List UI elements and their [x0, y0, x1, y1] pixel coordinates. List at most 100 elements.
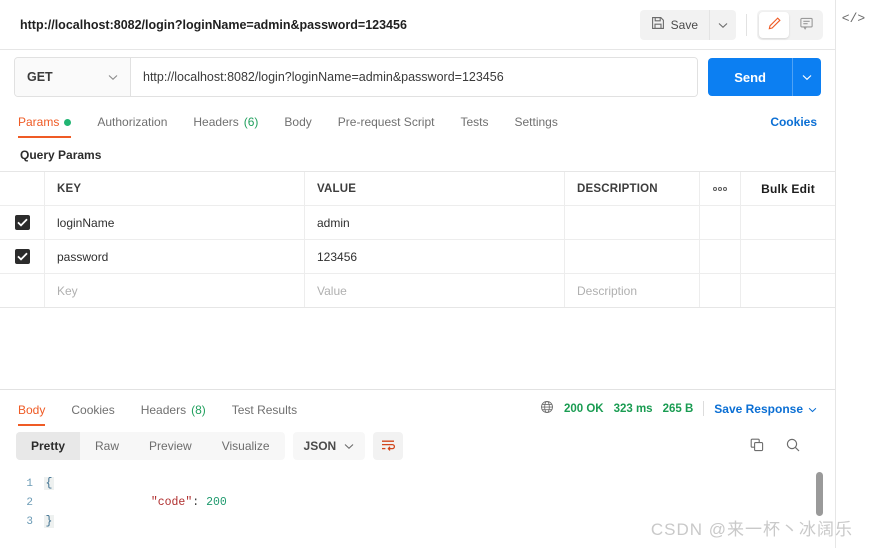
meta-divider — [703, 401, 705, 416]
send-dropdown-button[interactable] — [792, 58, 821, 96]
chevron-down-icon — [802, 70, 812, 84]
tab-body-label: Body — [284, 115, 312, 129]
json-punct: : — [192, 496, 207, 509]
query-params-title: Query Params — [20, 148, 102, 162]
response-tab-body[interactable]: Body — [18, 403, 58, 426]
row-value[interactable]: 123456 — [305, 240, 565, 273]
row-checkbox[interactable] — [14, 215, 30, 230]
comment-icon — [799, 16, 814, 34]
response-tab-headers[interactable]: Headers (8) — [141, 403, 219, 426]
response-tab-headers-count: (8) — [191, 403, 206, 417]
comment-button[interactable] — [791, 12, 821, 38]
response-format-select[interactable]: JSON — [292, 432, 366, 460]
response-tab-body-label: Body — [18, 403, 46, 417]
http-method-select[interactable]: GET — [15, 58, 131, 96]
tab-settings-label: Settings — [514, 115, 558, 129]
line-number: 1 — [26, 477, 33, 490]
new-row-value-input[interactable]: Value — [305, 274, 565, 307]
tab-pre-request-script-label: Pre-request Script — [337, 115, 435, 129]
cookies-link[interactable]: Cookies — [770, 115, 817, 138]
tab-params[interactable]: Params — [18, 115, 84, 138]
new-row-description-input[interactable]: Description — [565, 274, 700, 307]
code-line: 2 "code": 200 — [0, 493, 835, 512]
request-title: http://localhost:8082/login?loginName=ad… — [20, 17, 407, 32]
table-row: password 123456 — [0, 240, 835, 274]
tab-body[interactable]: Body — [284, 115, 324, 138]
view-mode-pretty[interactable]: Pretty — [16, 432, 81, 460]
table-row-empty: Key Value Description — [0, 274, 835, 307]
globe-icon — [540, 400, 554, 417]
header-cell-description: DESCRIPTION — [565, 172, 700, 205]
search-icon[interactable] — [785, 437, 801, 456]
header-cell-checkbox — [0, 172, 45, 205]
tab-headers-count: (6) — [243, 115, 259, 129]
edit-mode-button[interactable] — [759, 11, 789, 38]
view-mode-icon-group — [757, 9, 823, 40]
response-view-mode-group: Pretty Raw Preview Visualize — [16, 432, 285, 460]
line-number: 2 — [26, 496, 33, 509]
code-fold-marker[interactable]: } — [44, 515, 54, 528]
response-tools-right — [749, 437, 819, 456]
header-cell-value: VALUE — [305, 172, 565, 205]
tab-tests[interactable]: Tests — [460, 115, 501, 138]
row-key[interactable]: loginName — [45, 206, 305, 239]
response-body-code[interactable]: 1 { 2 "code": 200 3 } — [0, 466, 835, 548]
row-checkbox-cell-empty — [0, 274, 45, 307]
row-options[interactable] — [700, 240, 741, 273]
url-box: GET http://localhost:8082/login?loginNam… — [14, 57, 699, 97]
copy-icon[interactable] — [749, 437, 765, 456]
view-mode-visualize[interactable]: Visualize — [207, 432, 285, 460]
ellipsis-icon — [711, 183, 729, 195]
save-response-button[interactable]: Save Response — [714, 402, 817, 416]
save-button-group: Save — [639, 9, 736, 40]
json-key: "code" — [150, 496, 193, 509]
tab-tests-label: Tests — [460, 115, 489, 129]
url-input[interactable]: http://localhost:8082/login?loginName=ad… — [131, 58, 698, 96]
main-column: http://localhost:8082/login?loginName=ad… — [0, 0, 836, 548]
bulk-edit-label: Bulk Edit — [761, 181, 815, 196]
row-options[interactable] — [700, 206, 741, 239]
response-scrollbar[interactable] — [816, 472, 823, 516]
send-button[interactable]: Send — [708, 58, 792, 96]
row-key[interactable]: password — [45, 240, 305, 273]
line-number: 3 — [26, 515, 33, 528]
view-mode-raw[interactable]: Raw — [80, 432, 134, 460]
chevron-down-icon — [108, 70, 118, 84]
query-params-table: KEY VALUE DESCRIPTION Bulk Edit loginNam… — [0, 171, 835, 308]
response-tabs: Body Cookies Headers (8) Test Results 20… — [0, 390, 835, 426]
response-tab-test-results-label: Test Results — [231, 403, 298, 417]
row-description[interactable] — [565, 240, 700, 273]
row-value[interactable]: admin — [305, 206, 565, 239]
new-row-key-input[interactable]: Key — [45, 274, 305, 307]
row-trailing — [741, 206, 835, 239]
bulk-edit-button[interactable]: Bulk Edit — [741, 172, 835, 205]
tab-headers[interactable]: Headers (6) — [193, 115, 271, 138]
wrap-lines-button[interactable] — [373, 432, 404, 460]
postman-window: http://localhost:8082/login?loginName=ad… — [0, 0, 871, 548]
table-header-row: KEY VALUE DESCRIPTION Bulk Edit — [0, 172, 835, 206]
params-modified-dot — [64, 118, 72, 126]
response-toolbar: Pretty Raw Preview Visualize JSON — [0, 426, 835, 466]
tab-authorization[interactable]: Authorization — [97, 115, 180, 138]
response-tab-cookies[interactable]: Cookies — [71, 403, 127, 426]
row-description[interactable] — [565, 206, 700, 239]
code-snippet-icon[interactable]: </> — [842, 12, 865, 25]
row-checkbox[interactable] — [14, 249, 30, 264]
chevron-down-icon — [344, 439, 354, 453]
new-row-trailing — [741, 274, 835, 307]
view-mode-preview[interactable]: Preview — [134, 432, 207, 460]
table-options-button[interactable] — [700, 172, 741, 205]
tab-settings[interactable]: Settings — [515, 115, 571, 138]
tab-pre-request-script[interactable]: Pre-request Script — [338, 115, 448, 138]
save-response-label: Save Response — [714, 401, 803, 416]
tab-headers-label: Headers — [193, 115, 239, 129]
row-checkbox-cell — [0, 240, 45, 273]
response-meta: 200 OK 323 ms 265 B Save Response — [540, 400, 817, 426]
right-sidebar: </> — [836, 0, 871, 548]
code-fold-marker[interactable]: { — [44, 477, 54, 490]
save-button[interactable]: Save — [640, 10, 709, 40]
chevron-down-icon — [808, 402, 817, 416]
save-dropdown-button[interactable] — [709, 9, 736, 40]
header-cell-key: KEY — [45, 172, 305, 205]
response-tab-test-results[interactable]: Test Results — [232, 403, 310, 426]
